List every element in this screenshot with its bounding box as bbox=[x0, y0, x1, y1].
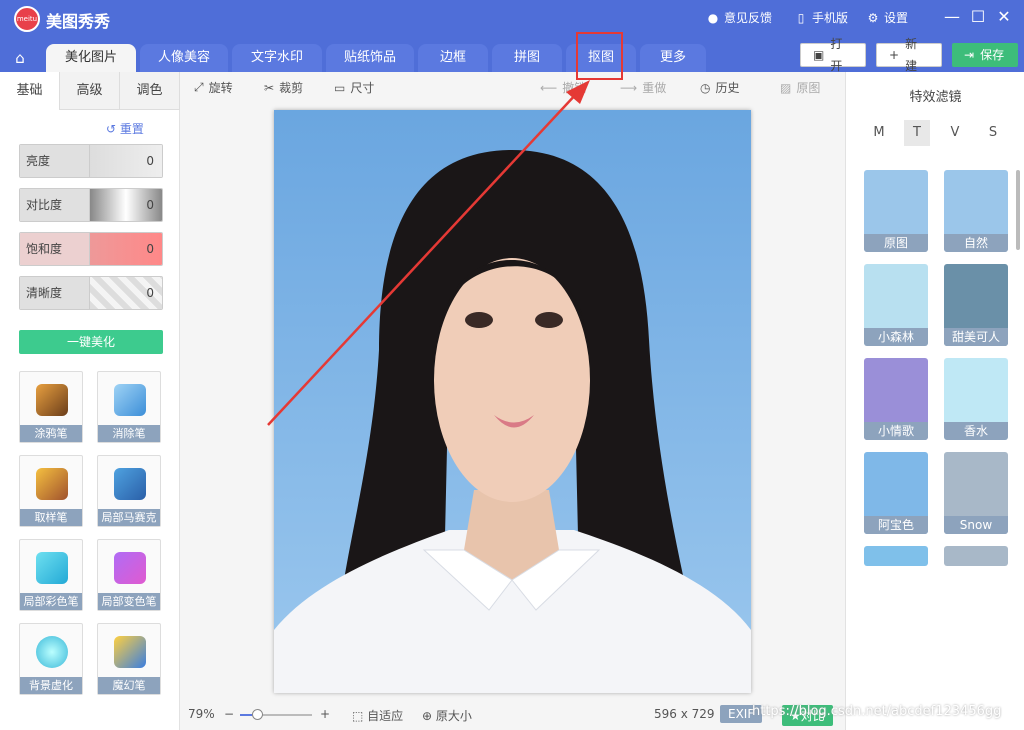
annotation-overlay bbox=[267, 80, 590, 426]
watermark-text: https://blog.csdn.net/abcdef123456gg bbox=[752, 704, 1002, 719]
annotation-arrow-line bbox=[267, 91, 579, 426]
